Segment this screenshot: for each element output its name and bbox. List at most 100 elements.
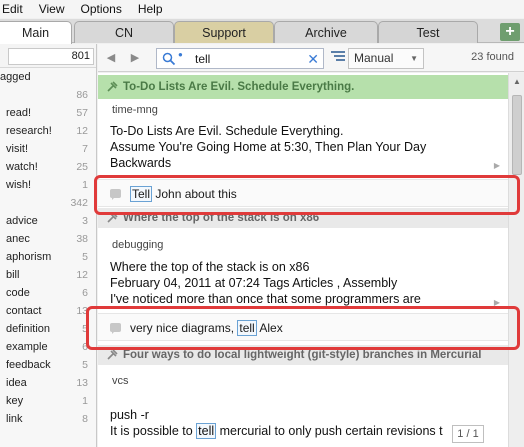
search-dropdown-icon[interactable]: ● <box>178 50 183 59</box>
note-body: push -r It is possible to tell mercurial… <box>110 408 443 439</box>
note-title[interactable]: To-Do Lists Are Evil. Schedule Everythin… <box>98 75 508 99</box>
sidebar-item-count: 12 <box>76 269 88 281</box>
forward-arrow-icon[interactable]: ▶ <box>128 50 142 66</box>
sort-icon <box>331 51 345 61</box>
sidebar-item-count: 38 <box>76 233 88 245</box>
sidebar-item-label: research! <box>6 125 52 137</box>
found-count: 23 found <box>471 51 514 63</box>
clear-icon[interactable]: ✕ <box>307 50 319 68</box>
sidebar-item-label: watch! <box>6 161 38 173</box>
sidebar-item-visit[interactable]: visit! 7 <box>0 140 96 158</box>
sidebar-tags-header[interactable]: 342 <box>0 194 96 212</box>
menu-edit[interactable]: Edit <box>0 0 31 18</box>
results-list: To-Do Lists Are Evil. Schedule Everythin… <box>98 73 508 447</box>
sidebar-item-label: key <box>6 395 24 407</box>
sidebar-item-idea[interactable]: idea 13 <box>0 374 96 392</box>
sidebar-top-list: agged 86 read! 57 research! 12 visit! 7 watch! 25… <box>0 68 96 194</box>
chevron-down-icon: ▼ <box>410 54 418 63</box>
sidebar-item-label: visit! <box>6 143 28 155</box>
tab-support[interactable]: Support <box>174 21 274 43</box>
sidebar-item-count: 1 <box>82 395 88 407</box>
sidebar-item-feedback[interactable]: feedback 5 <box>0 356 96 374</box>
menu-bar: Edit View Options Help <box>0 0 524 18</box>
sidebar-item-label: code <box>6 287 30 299</box>
sidebar-item-label: agged <box>0 71 31 83</box>
sidebar-item-count: 7 <box>82 143 88 155</box>
back-arrow-icon[interactable]: ◀ <box>104 50 118 66</box>
search-input[interactable]: ● tell ✕ <box>156 48 324 69</box>
menu-help[interactable]: Help <box>130 0 171 18</box>
tab-archive[interactable]: Archive <box>274 21 378 43</box>
total-count: 801 <box>8 48 94 65</box>
sidebar-item-count: 25 <box>76 161 88 173</box>
sidebar-item-count: 57 <box>76 107 88 119</box>
sidebar-item-label: idea <box>6 377 27 389</box>
sidebar-item-count: 3 <box>82 215 88 227</box>
tab-test[interactable]: Test <box>378 21 478 43</box>
search-toolbar: ◀ ▶ ● tell ✕ Manual ▼ 23 found <box>98 44 524 72</box>
sidebar-item-label: contact <box>6 305 42 317</box>
sidebar-item-label: aphorism <box>6 251 52 263</box>
sidebar-item-code[interactable]: code 6 <box>0 284 96 302</box>
note-tag[interactable]: vcs <box>112 375 129 387</box>
sidebar-item-read[interactable]: read! 57 <box>0 104 96 122</box>
sidebar-item-count: 1 <box>82 179 88 191</box>
tags-count: 342 <box>70 197 88 209</box>
sidebar-item-agged[interactable]: agged <box>0 68 96 86</box>
sidebar-item-count: 5 <box>82 359 88 371</box>
note-body: Where the top of the stack is on x86 Feb… <box>110 260 421 306</box>
sidebar-item-bill[interactable]: bill 12 <box>0 266 96 284</box>
sidebar-item-label: feedback <box>6 359 51 371</box>
sidebar-item-count: 13 <box>76 377 88 389</box>
tab-cn[interactable]: CN <box>74 21 174 43</box>
sidebar-item-label: link <box>6 413 23 425</box>
sidebar-item-label: advice <box>6 215 38 227</box>
scroll-up-icon[interactable]: ▲ <box>513 77 521 86</box>
sidebar-item-example[interactable]: example 6 <box>0 338 96 356</box>
sidebar-item-definition[interactable]: definition 5 <box>0 320 96 338</box>
search-icon <box>162 52 176 66</box>
scroll-thumb[interactable] <box>512 95 522 175</box>
tag-sidebar: 801 agged 86 read! 57 research! 12 visit! 7 watc… <box>0 44 97 447</box>
sidebar-item-anec[interactable]: anec 38 <box>0 230 96 248</box>
pager[interactable]: 1 / 1 <box>452 425 484 443</box>
sidebar-item-label: definition <box>6 323 51 335</box>
pin-icon <box>107 81 118 92</box>
sidebar-item-link[interactable]: link 8 <box>0 410 96 428</box>
sidebar-item-label: anec <box>6 233 30 245</box>
sidebar-item-label: example <box>6 341 48 353</box>
sidebar-item-count: 86 <box>76 89 88 101</box>
sidebar-item-label: bill <box>6 269 20 281</box>
sidebar-item-untagged[interactable]: 86 <box>0 86 96 104</box>
tab-bar: Main CN Support Archive Test + <box>0 19 524 44</box>
sidebar-header: 801 <box>0 44 96 68</box>
sidebar-item-label: wish! <box>6 179 32 191</box>
menu-options[interactable]: Options <box>72 0 129 18</box>
add-tab-button[interactable]: + <box>500 23 520 41</box>
note-body: To-Do Lists Are Evil. Schedule Everythin… <box>110 124 427 170</box>
annotation-box <box>86 306 520 350</box>
search-value: tell <box>195 52 211 66</box>
results-scrollbar[interactable]: ▲ <box>508 73 524 447</box>
sidebar-tags-list: advice 3 anec 38 aphorism 5 bill 12 code 6 contact… <box>0 212 96 428</box>
sidebar-item-advice[interactable]: advice 3 <box>0 212 96 230</box>
note-tag[interactable]: time-mng <box>112 104 158 116</box>
sidebar-item-count: 12 <box>76 125 88 137</box>
tab-main[interactable]: Main <box>0 21 72 44</box>
note-tag[interactable]: debugging <box>112 239 163 251</box>
sidebar-item-aphorism[interactable]: aphorism 5 <box>0 248 96 266</box>
sidebar-item-count: 5 <box>82 251 88 263</box>
sidebar-item-wish[interactable]: wish! 1 <box>0 176 96 194</box>
sidebar-item-research[interactable]: research! 12 <box>0 122 96 140</box>
sidebar-item-contact[interactable]: contact 13 <box>0 302 96 320</box>
sort-select[interactable]: Manual ▼ <box>348 48 424 69</box>
sidebar-item-label: read! <box>6 107 32 119</box>
sidebar-item-watch[interactable]: watch! 25 <box>0 158 96 176</box>
sort-value: Manual <box>354 51 394 65</box>
sidebar-item-key[interactable]: key 1 <box>0 392 96 410</box>
annotation-box <box>94 175 520 215</box>
menu-view[interactable]: View <box>31 0 73 18</box>
expand-arrow-icon[interactable]: ▶ <box>494 161 500 170</box>
sidebar-item-count: 6 <box>82 287 88 299</box>
pin-icon <box>107 349 118 360</box>
